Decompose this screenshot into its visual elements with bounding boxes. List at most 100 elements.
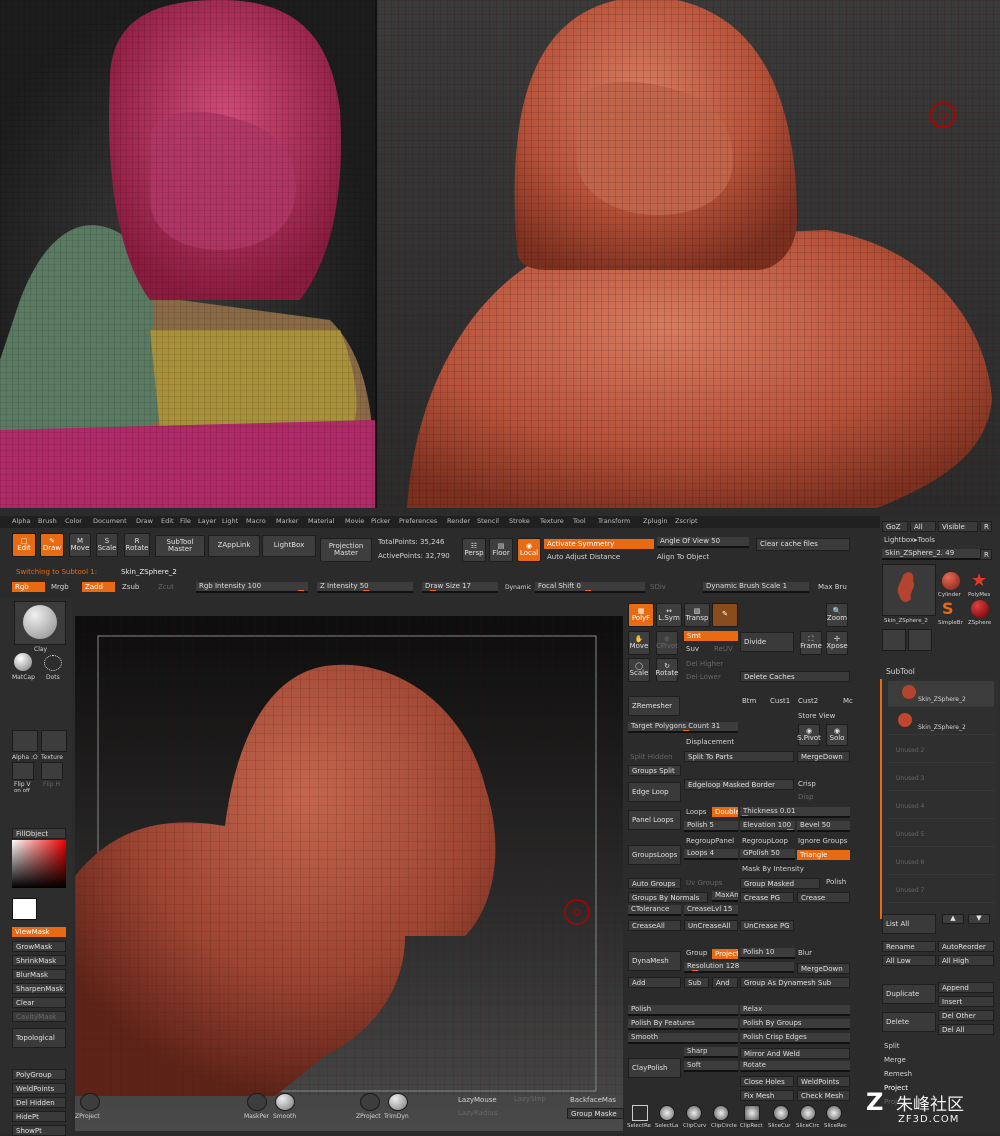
loops4-slider[interactable]: Loops 4: [684, 849, 738, 860]
auto-groups-button[interactable]: Auto Groups: [628, 878, 681, 889]
persp-button[interactable]: ☷ Persp: [462, 538, 486, 562]
del-lower-button[interactable]: Del Lower: [686, 673, 721, 681]
check-mesh-button[interactable]: Check Mesh: [797, 1090, 850, 1101]
menu-material[interactable]: Material: [308, 517, 334, 525]
polish-toggle[interactable]: Polish: [826, 878, 846, 886]
uncrease-pg-button[interactable]: UnCrease PG: [740, 920, 794, 931]
regrouploop-button[interactable]: RegroupLoop: [742, 837, 788, 845]
groups-by-normals-button[interactable]: Groups By Normals: [628, 892, 708, 903]
elevation-slider[interactable]: Elevation 100: [740, 821, 795, 832]
spivot-button[interactable]: ◉ S.Pivot: [797, 724, 821, 746]
r-button-2[interactable]: R: [980, 549, 992, 560]
visible-button[interactable]: Visible: [938, 521, 978, 532]
menu-stroke[interactable]: Stroke: [509, 517, 530, 525]
clear-cache-button[interactable]: Clear cache files: [756, 538, 850, 551]
add-button[interactable]: Add: [628, 977, 681, 988]
sharpenmask-button[interactable]: SharpenMask: [12, 983, 66, 994]
lightbox-tools-link[interactable]: Lightbox▸Tools: [884, 536, 935, 544]
store-view-button[interactable]: Store View: [798, 712, 835, 720]
btm-button[interactable]: Btm: [742, 697, 756, 705]
zproject-brush-icon-2[interactable]: [360, 1093, 380, 1111]
uncreaseall-button[interactable]: UnCreaseAll: [684, 920, 738, 931]
ignore-groups-button[interactable]: Ignore Groups: [798, 837, 847, 845]
group-masked-button[interactable]: Group Masked: [740, 878, 820, 889]
smooth-brush-icon[interactable]: [275, 1093, 295, 1111]
sdiv-slider[interactable]: SDiv: [650, 583, 666, 591]
menu-tool[interactable]: Tool: [573, 517, 586, 525]
thickness-slider[interactable]: Thickness 0.01: [740, 807, 850, 818]
crisp-button[interactable]: Crisp: [798, 780, 816, 788]
edge-loop-button[interactable]: Edge Loop: [628, 782, 681, 802]
reuv-button[interactable]: ReUV: [714, 645, 733, 653]
ctolerance-slider[interactable]: CTolerance: [628, 905, 681, 916]
recent-tool-2[interactable]: [908, 629, 932, 651]
regrouppanel-button[interactable]: RegroupPanel: [686, 837, 734, 845]
double-button[interactable]: Double: [712, 807, 738, 817]
subtool-slot-7[interactable]: Unused 6: [888, 849, 994, 875]
group-as-dynamesh-button[interactable]: Group As Dynamesh Sub: [740, 977, 850, 988]
mid-scale-button[interactable]: ◯ Scale: [628, 658, 650, 682]
del-all-button[interactable]: Del All: [938, 1024, 994, 1035]
polish-by-features-slider[interactable]: Polish By Features: [628, 1019, 738, 1030]
subtool-slot-3[interactable]: Unused 2: [888, 737, 994, 763]
subtool-header[interactable]: SubTool: [886, 667, 915, 676]
clipcurve-icon[interactable]: [686, 1105, 702, 1121]
fill-object-button[interactable]: FillObject: [12, 828, 66, 839]
all-button[interactable]: All: [910, 521, 936, 532]
polymesh-star-icon[interactable]: ★: [971, 572, 989, 590]
delete-caches-button[interactable]: Delete Caches: [740, 671, 850, 682]
polyf-button[interactable]: ▦ PolyF: [628, 603, 654, 627]
projection-master-button[interactable]: Projection Master: [320, 538, 372, 562]
zadd-button[interactable]: Zadd: [82, 582, 115, 592]
duplicate-button[interactable]: Duplicate: [882, 984, 936, 1004]
menu-stencil[interactable]: Stencil: [477, 517, 499, 525]
menu-document[interactable]: Document: [93, 517, 127, 525]
maxangle-slider[interactable]: MaxAngle: [712, 891, 738, 902]
move-button[interactable]: M Move: [69, 533, 91, 557]
all-low-button[interactable]: All Low: [882, 955, 936, 966]
insert-button[interactable]: Insert: [938, 996, 994, 1007]
crease-pg-button[interactable]: Crease PG: [740, 892, 794, 903]
weldpoints-button[interactable]: WeldPoints: [797, 1076, 850, 1087]
menu-brush[interactable]: Brush: [38, 517, 57, 525]
divide-button[interactable]: Divide: [740, 632, 794, 652]
draw-size-slider[interactable]: Draw Size 17: [422, 582, 498, 593]
edgeloop-masked-border-button[interactable]: Edgeloop Masked Border: [684, 779, 794, 790]
r-button[interactable]: R: [980, 521, 992, 532]
group-mask-button[interactable]: Group Maske: [567, 1108, 624, 1119]
dots-stroke-icon[interactable]: [44, 655, 62, 671]
subtool-slot-2[interactable]: Skin_ZSphere_2: [888, 709, 994, 735]
clear-button[interactable]: Clear: [12, 997, 66, 1008]
claypolish-button[interactable]: ClayPolish: [628, 1058, 681, 1078]
topological-button[interactable]: Topological: [12, 1028, 66, 1048]
subtool-slot-5[interactable]: Unused 4: [888, 793, 994, 819]
lightbox-button[interactable]: LightBox: [262, 535, 316, 557]
mc-button[interactable]: Mc: [843, 697, 853, 705]
shrinkmask-button[interactable]: ShrinkMask: [12, 955, 66, 966]
groupsloops-button[interactable]: GroupsLoops: [628, 845, 681, 865]
scale-button[interactable]: S Scale: [96, 533, 118, 557]
split-to-parts-button[interactable]: Split To Parts: [684, 751, 794, 762]
menu-file[interactable]: File: [180, 517, 191, 525]
subtool-slot-1[interactable]: Skin_ZSphere_2: [888, 681, 994, 707]
align-to-object[interactable]: Align To Object: [657, 553, 709, 561]
smt-button[interactable]: Smt: [684, 631, 738, 641]
crease-button[interactable]: Crease: [797, 892, 850, 903]
sharp-slider[interactable]: Sharp: [684, 1047, 738, 1058]
dynamic-brush-scale-slider[interactable]: Dynamic Brush Scale 1: [703, 582, 809, 593]
menu-edit[interactable]: Edit: [161, 517, 174, 525]
gpolish-slider[interactable]: GPolish 50: [740, 849, 795, 860]
del-hidden-button[interactable]: Del Hidden: [12, 1097, 66, 1108]
zsub-button[interactable]: Zsub: [122, 583, 139, 591]
blur-slider[interactable]: Blur: [798, 949, 812, 957]
subtool-master-button[interactable]: SubTool Master: [155, 535, 205, 557]
all-high-button[interactable]: All High: [938, 955, 994, 966]
append-button[interactable]: Append: [938, 982, 994, 993]
subtool-slot-8[interactable]: Unused 7: [888, 877, 994, 903]
menu-macro[interactable]: Macro: [246, 517, 266, 525]
trimdyn-brush-icon[interactable]: [388, 1093, 408, 1111]
rgb-button[interactable]: Rgb: [12, 582, 45, 592]
delete-button[interactable]: Delete: [882, 1012, 936, 1032]
simplebrush-icon[interactable]: S: [942, 600, 960, 618]
maskper-brush-icon[interactable]: [247, 1093, 267, 1111]
